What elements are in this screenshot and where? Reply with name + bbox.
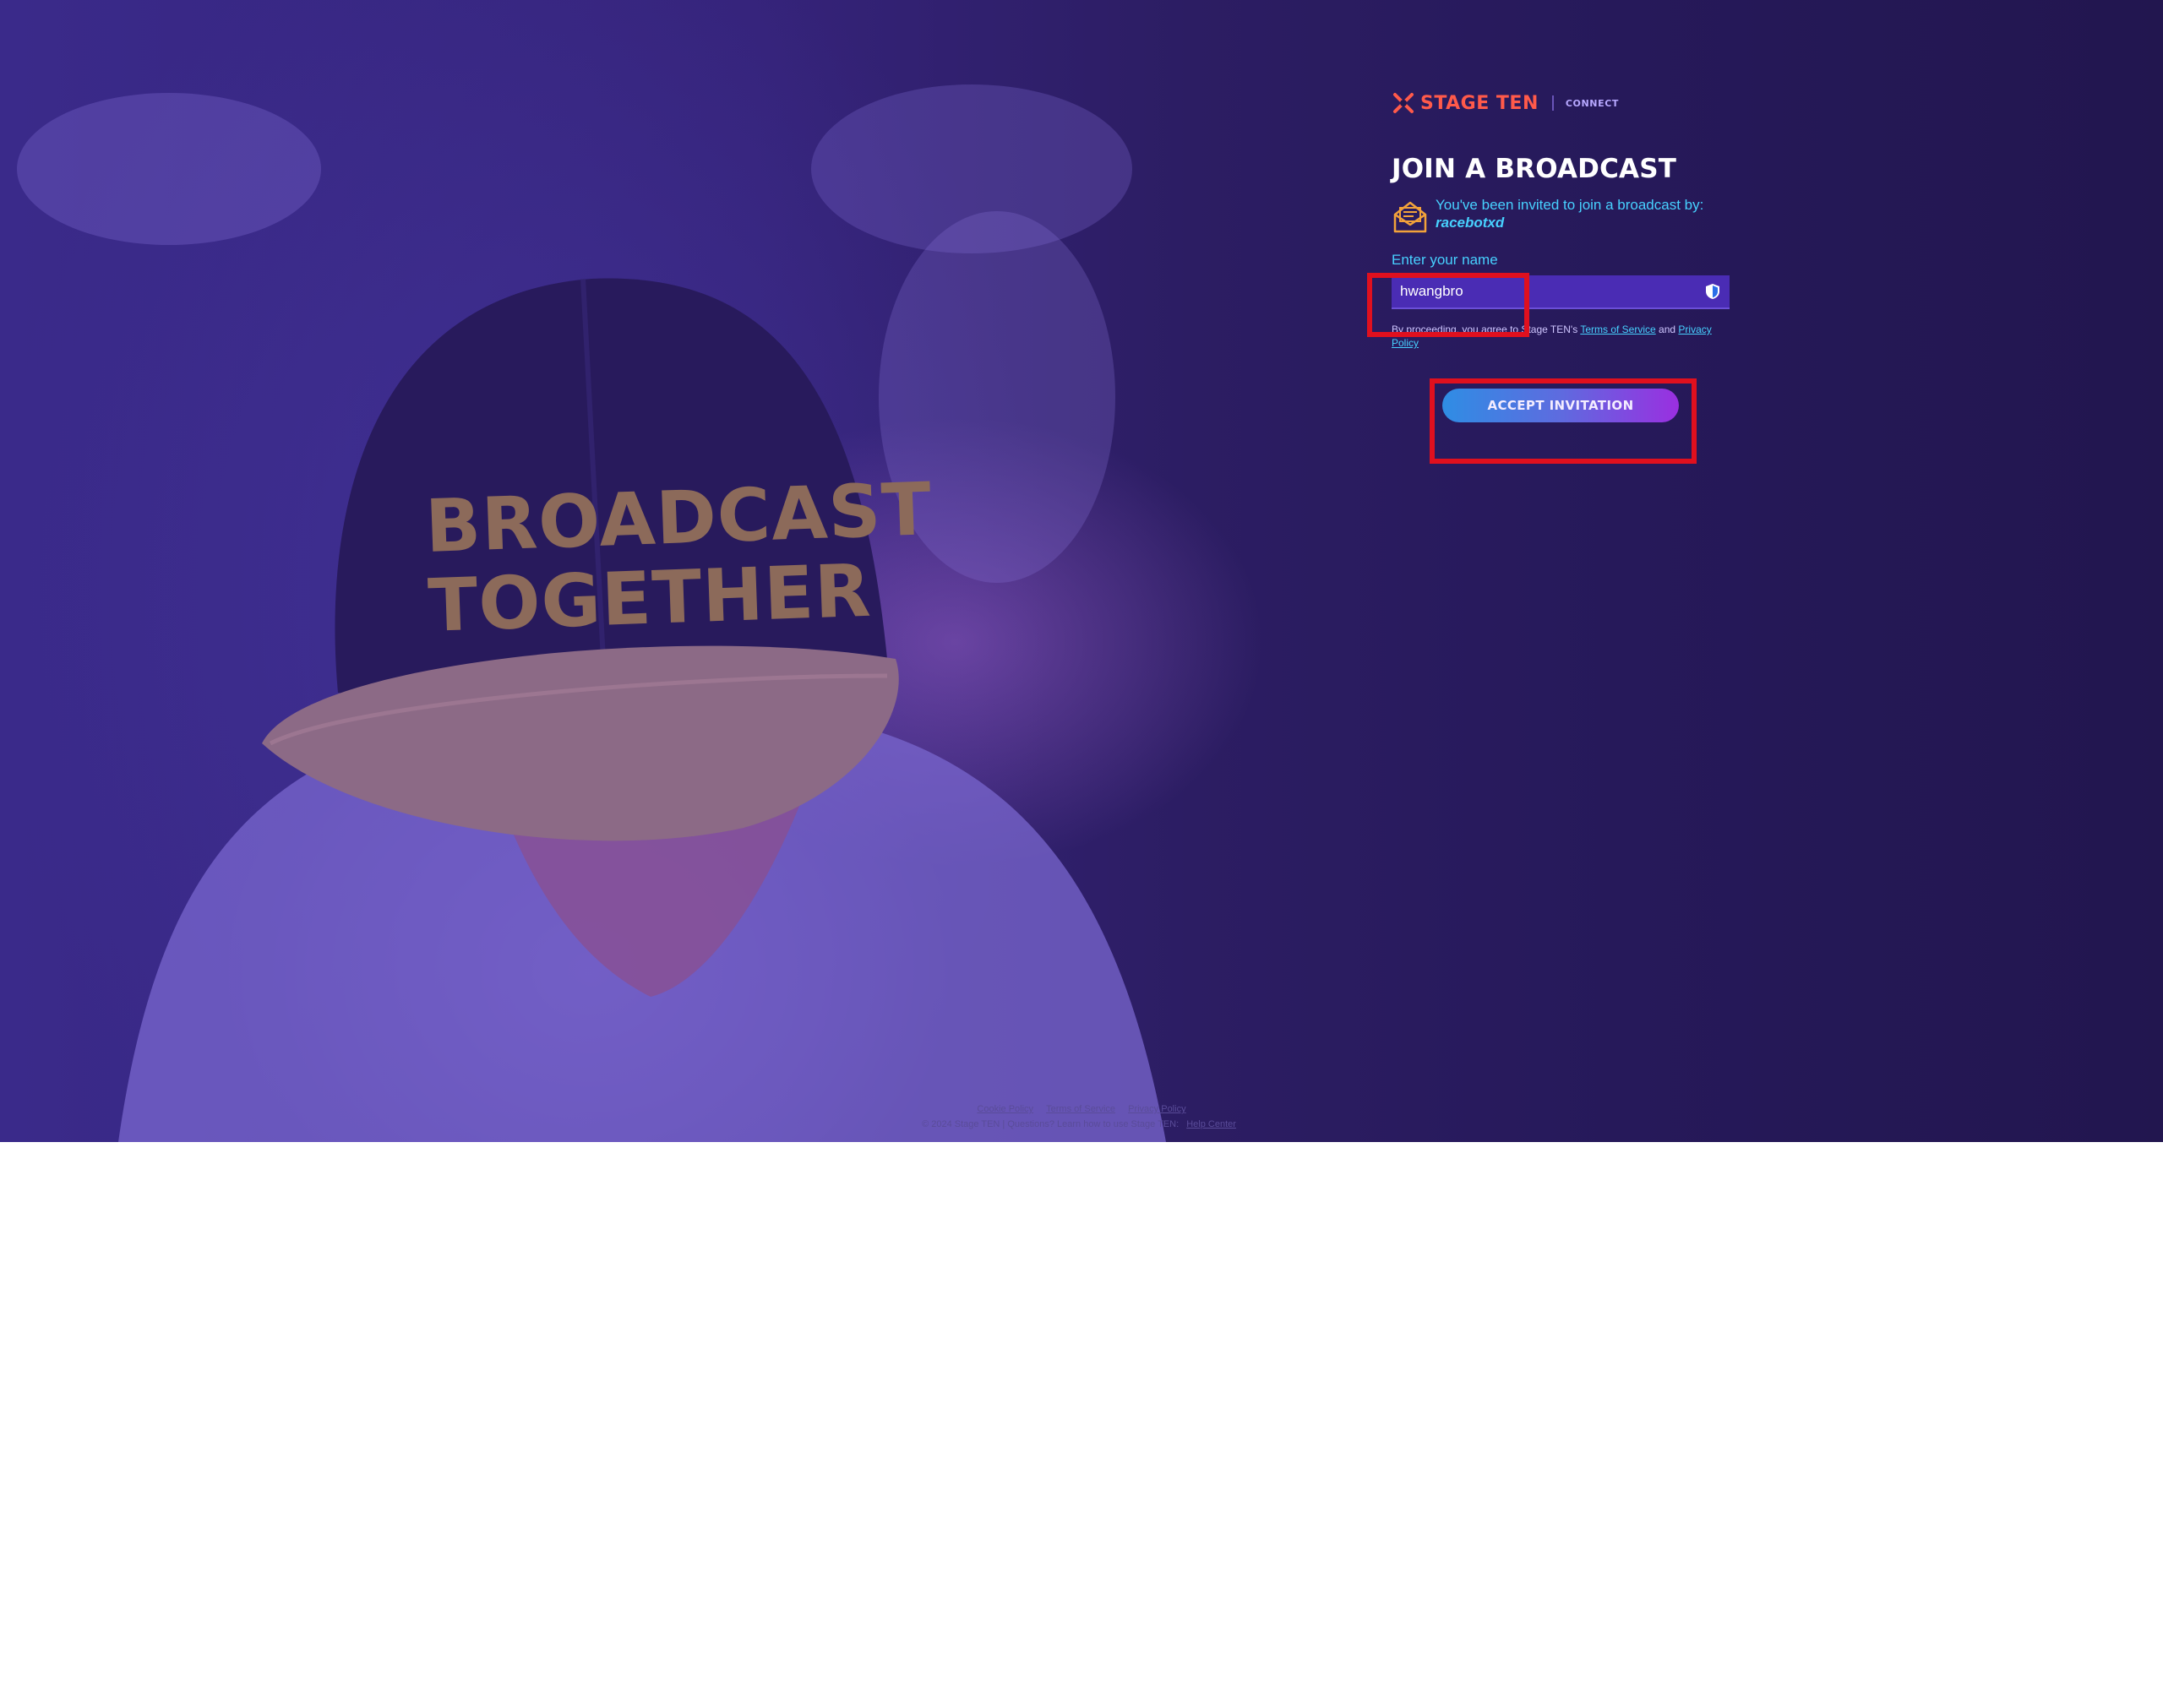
legal-notice: By proceeding, you agree to Stage TEN's … <box>1392 323 1730 350</box>
brand-name: STAGE TEN <box>1420 92 1539 114</box>
cap-text: BROADCAST TOGETHER <box>423 467 934 649</box>
brand-product: CONNECT <box>1565 97 1620 109</box>
brand-logo[interactable]: STAGE TEN CONNECT <box>1392 84 1730 122</box>
footer-privacy-link[interactable]: Privacy Policy <box>1128 1104 1185 1114</box>
terms-of-service-link[interactable]: Terms of Service <box>1580 324 1655 335</box>
invite-text: You've been invited to join a broadcast … <box>1436 196 1703 231</box>
open-envelope-icon <box>1393 201 1427 233</box>
footer-cookie-policy-link[interactable]: Cookie Policy <box>977 1104 1033 1114</box>
hero-background: BROADCAST TOGETHER <box>0 0 2163 1142</box>
invite-message: You've been invited to join a broadcast … <box>1392 196 1730 235</box>
help-center-link[interactable]: Help Center <box>1186 1119 1236 1129</box>
footer-terms-link[interactable]: Terms of Service <box>1046 1104 1115 1114</box>
cap-text-line1: BROADCAST <box>423 467 934 569</box>
name-label: Enter your name <box>1392 252 1498 268</box>
join-broadcast-panel: STAGE TEN CONNECT JOIN A BROADCAST You'v… <box>1392 84 1730 422</box>
copyright-text: © 2024 Stage TEN | Questions? Learn how … <box>922 1119 1180 1129</box>
password-manager-shield-icon[interactable] <box>1704 283 1721 300</box>
inviter-username: racebotxd <box>1436 215 1505 231</box>
legal-prefix: By proceeding, you agree to Stage TEN's <box>1392 324 1578 335</box>
accept-invitation-button[interactable]: ACCEPT INVITATION <box>1442 389 1679 422</box>
invite-sentence: You've been invited to join a broadcast … <box>1436 197 1704 213</box>
page-title: JOIN A BROADCAST <box>1392 154 1677 184</box>
logo-divider <box>1551 95 1554 111</box>
footer-links: Cookie Policy Terms of Service Privacy P… <box>0 1104 2163 1114</box>
footer-copyright: © 2024 Stage TEN | Questions? Learn how … <box>0 1119 2163 1129</box>
legal-and: and <box>1659 324 1676 335</box>
cap-text-line2: TOGETHER <box>427 548 873 649</box>
name-input[interactable] <box>1392 275 1713 307</box>
stage-ten-x-icon <box>1393 93 1414 113</box>
name-field <box>1392 275 1730 309</box>
